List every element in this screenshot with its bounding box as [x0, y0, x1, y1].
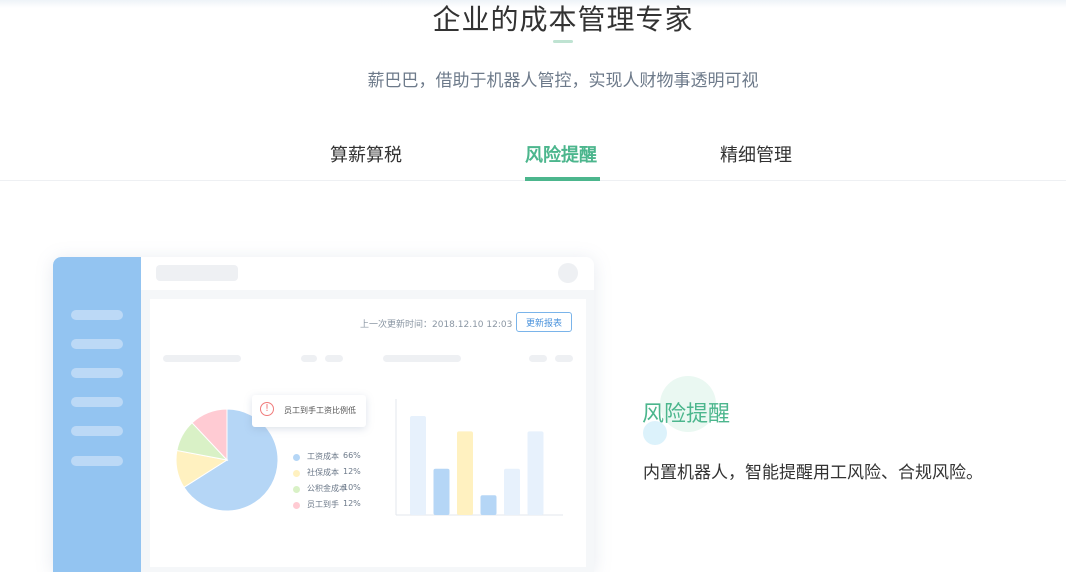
legend-dot — [293, 454, 300, 461]
legend-dot — [293, 470, 300, 477]
bar — [480, 495, 497, 515]
legend-label: 公积金成本 — [307, 484, 347, 493]
mock-sidebar — [53, 257, 141, 572]
legend-percent: 12% — [343, 467, 361, 476]
feature-description: 内置机器人，智能提醒用工风险、合规风险。 — [643, 463, 983, 483]
mock-nav-line — [71, 426, 123, 436]
mock-nav-line — [71, 456, 123, 466]
active-tab-indicator — [525, 177, 600, 181]
title-accent-line — [553, 40, 573, 43]
legend-label: 员工到手 — [307, 500, 339, 509]
mock-nav-line — [71, 368, 123, 378]
skeleton-line — [383, 355, 461, 362]
bar — [504, 468, 520, 515]
skeleton-line — [163, 355, 241, 362]
risk-tooltip: ! 员工到手工资比例低 — [252, 395, 366, 427]
mock-nav-line — [71, 397, 123, 407]
bar — [527, 431, 544, 515]
skeleton-line — [529, 355, 547, 362]
legend-label: 社保成本 — [307, 468, 339, 477]
cost-bar-chart — [395, 399, 563, 516]
tab-salary-tax[interactable]: 算薪算税 — [330, 141, 402, 167]
mock-nav-line — [71, 310, 123, 320]
update-report-button: 更新报表 — [516, 312, 572, 332]
tab-fine-management[interactable]: 精细管理 — [720, 141, 792, 167]
skeleton-line — [555, 355, 573, 362]
page-subtitle: 薪巴巴，借助于机器人管控，实现人财物事透明可视 — [367, 71, 759, 91]
legend-label: 工资成本 — [307, 452, 339, 461]
tooltip-text: 员工到手工资比例低 — [284, 406, 356, 415]
mock-avatar — [558, 263, 578, 283]
mock-title-placeholder — [156, 265, 238, 281]
tab-risk-alert[interactable]: 风险提醒 — [525, 141, 597, 167]
legend-percent: 12% — [343, 499, 361, 508]
page-title: 企业的成本管理专家 — [432, 3, 694, 36]
legend-percent: 10% — [343, 483, 361, 492]
legend-dot — [293, 502, 300, 509]
bar — [410, 416, 426, 515]
last-update-text: 上一次更新时间：2018.12.10 12:03 — [360, 320, 513, 330]
mock-nav-line — [71, 339, 123, 349]
warning-icon: ! — [260, 402, 274, 416]
skeleton-line — [325, 355, 343, 362]
legend-percent: 66% — [343, 451, 361, 460]
legend-dot — [293, 486, 300, 493]
bar — [457, 431, 473, 515]
dashboard-illustration: 上一次更新时间：2018.12.10 12:03 更新报表 ! 员工到手工资比例… — [53, 257, 594, 572]
bar — [433, 468, 450, 515]
skeleton-line — [301, 355, 317, 362]
feature-title: 风险提醒 — [642, 402, 731, 427]
